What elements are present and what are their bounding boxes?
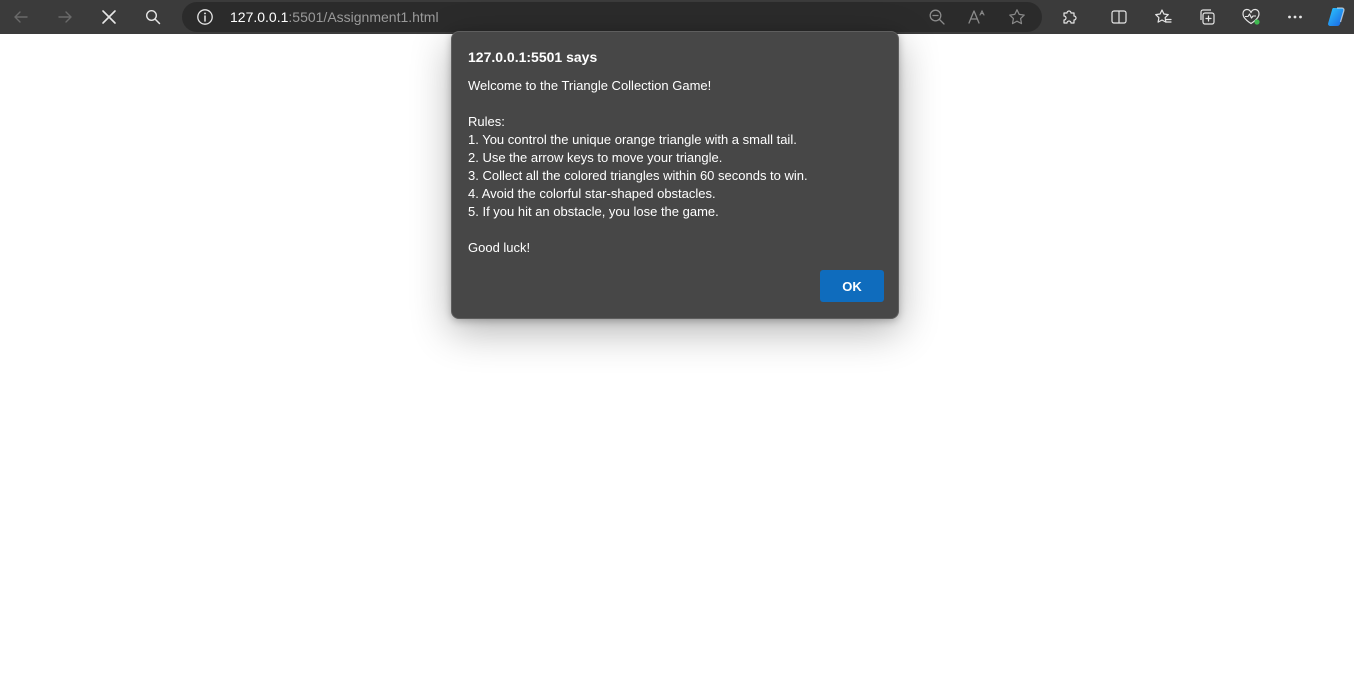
dialog-message-line: 3. Collect all the colored triangles wit… (468, 168, 808, 183)
extensions-button[interactable] (1055, 2, 1085, 32)
dialog-message-line: Rules: (468, 114, 505, 129)
puzzle-icon (1061, 8, 1079, 26)
heart-pulse-icon (1241, 8, 1261, 26)
dialog-message-line: Good luck! (468, 240, 531, 255)
stop-loading-button[interactable] (94, 2, 124, 32)
url-text[interactable]: 127.0.0.1:5501/Assignment1.html (230, 9, 439, 25)
address-bar[interactable]: 127.0.0.1:5501/Assignment1.html (182, 2, 1042, 32)
back-button[interactable] (6, 2, 36, 32)
more-icon (1286, 8, 1304, 26)
arrow-left-icon (12, 8, 30, 26)
dialog-message-line: 2. Use the arrow keys to move your trian… (468, 150, 723, 165)
favorites-button[interactable] (1148, 2, 1178, 32)
dialog-message-line (468, 221, 888, 239)
more-button[interactable] (1280, 2, 1310, 32)
search-button[interactable] (138, 2, 168, 32)
forward-button[interactable] (50, 2, 80, 32)
split-screen-icon (1110, 8, 1128, 26)
dialog-message: Welcome to the Triangle Collection Game!… (468, 77, 888, 257)
collections-icon (1198, 8, 1216, 26)
zoom-button[interactable] (922, 2, 952, 32)
site-info-button[interactable] (190, 2, 220, 32)
ok-button[interactable]: OK (820, 270, 884, 302)
dialog-message-line: 1. You control the unique orange triangl… (468, 132, 797, 147)
star-icon (1008, 8, 1026, 26)
performance-button[interactable] (1236, 2, 1266, 32)
arrow-right-icon (56, 8, 74, 26)
split-screen-button[interactable] (1104, 2, 1134, 32)
zoom-out-icon (928, 8, 946, 26)
info-icon (196, 8, 214, 26)
dialog-message-line: 4. Avoid the colorful star-shaped obstac… (468, 186, 716, 201)
url-host: 127.0.0.1 (230, 9, 289, 25)
read-aloud-button[interactable] (962, 2, 992, 32)
dialog-message-line: Welcome to the Triangle Collection Game! (468, 78, 712, 93)
close-icon (101, 9, 117, 25)
browser-toolbar: 127.0.0.1:5501/Assignment1.html (0, 0, 1354, 34)
search-icon (145, 9, 161, 25)
add-favorite-button[interactable] (1002, 2, 1032, 32)
dialog-message-line: 5. If you hit an obstacle, you lose the … (468, 204, 719, 219)
url-path: :5501/Assignment1.html (288, 9, 439, 25)
favorites-icon (1154, 8, 1172, 26)
copilot-icon (1325, 5, 1349, 29)
copilot-button[interactable] (1322, 2, 1352, 32)
dialog-message-line (468, 95, 888, 113)
read-aloud-icon (967, 8, 987, 26)
collections-button[interactable] (1192, 2, 1222, 32)
alert-dialog: 127.0.0.1:5501 says Welcome to the Trian… (451, 31, 899, 319)
dialog-title: 127.0.0.1:5501 says (468, 49, 598, 65)
